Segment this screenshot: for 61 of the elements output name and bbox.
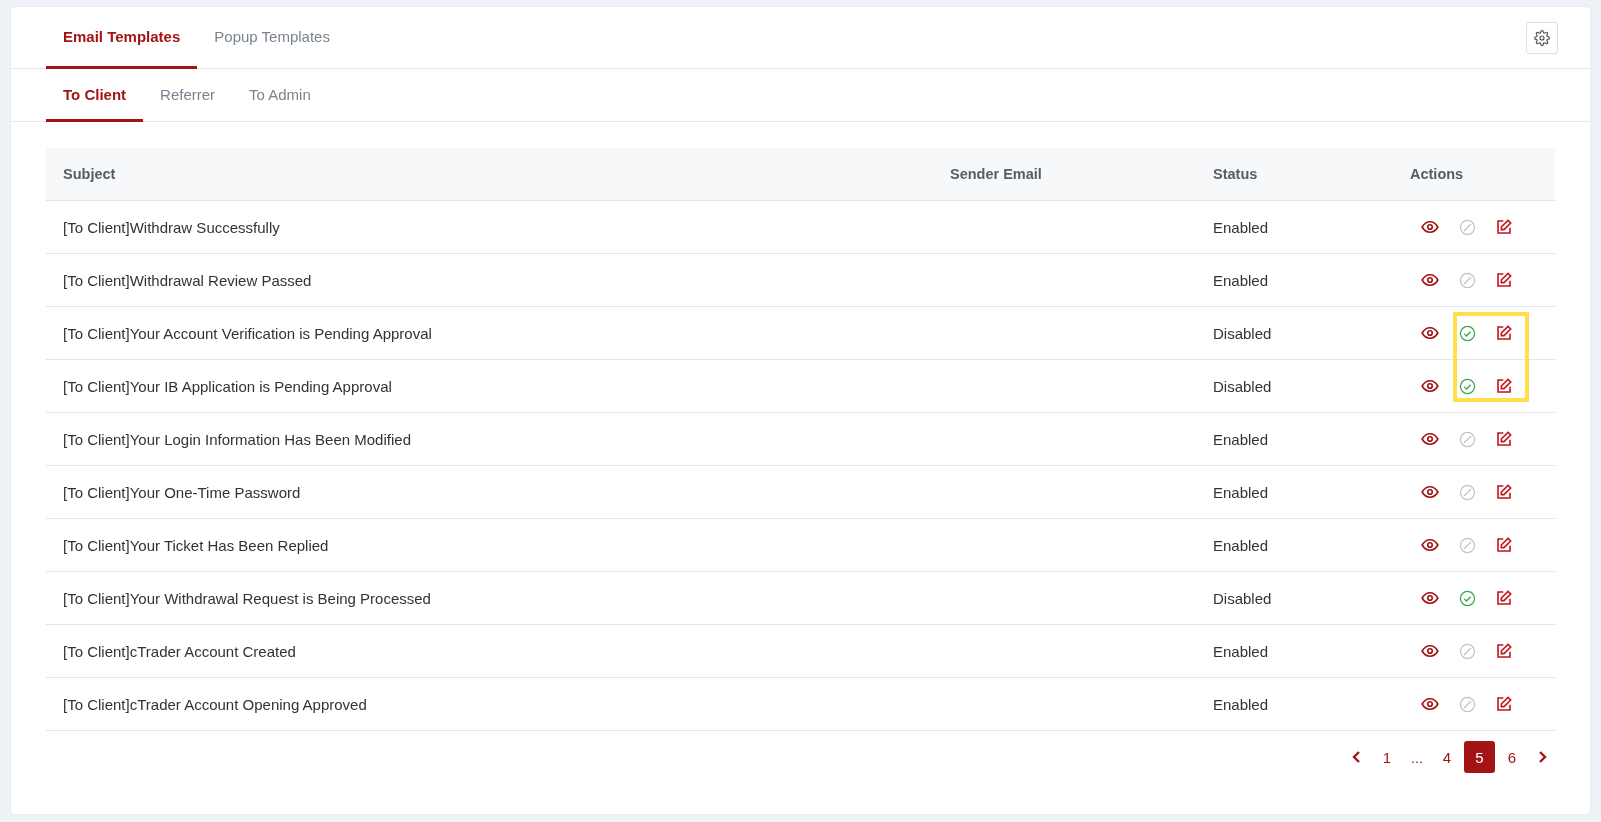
page-button[interactable]: 6 xyxy=(1499,741,1525,773)
table-cell-text: Enabled xyxy=(1212,271,1270,289)
tab[interactable]: Email Templates xyxy=(46,7,198,69)
table-cell-text: [To Client]Your Withdrawal Request is Being Processed xyxy=(62,589,432,607)
edit-icon[interactable] xyxy=(1496,537,1512,553)
check-circle-icon[interactable] xyxy=(1459,324,1476,342)
settings-button[interactable] xyxy=(1526,21,1558,54)
view-icon[interactable] xyxy=(1421,324,1439,342)
tab[interactable]: Popup Templates xyxy=(197,7,347,69)
page-button[interactable]: 4 xyxy=(1434,741,1460,773)
edit-icon[interactable] xyxy=(1496,325,1512,341)
table-cell-text: Enabled xyxy=(1212,218,1270,236)
check-circle-icon[interactable] xyxy=(1459,589,1476,607)
view-icon[interactable] xyxy=(1421,536,1439,554)
table-cell-text: Enabled xyxy=(1212,642,1270,660)
view-icon[interactable] xyxy=(1421,377,1439,395)
page-button[interactable]: 5 xyxy=(1464,741,1495,773)
chevron-right-icon xyxy=(1537,751,1547,763)
tab[interactable]: Referrer xyxy=(143,69,233,122)
column-header: Sender Email xyxy=(949,166,1043,182)
tab[interactable]: To Admin xyxy=(232,69,328,122)
edit-icon[interactable] xyxy=(1496,272,1512,288)
table-cell-text: Disabled xyxy=(1212,589,1273,607)
table-cell-text: Disabled xyxy=(1212,377,1273,395)
table-cell-text: Disabled xyxy=(1212,324,1273,342)
page-button[interactable]: 1 xyxy=(1374,741,1400,773)
table-cell-text: [To Client]Your One-Time Password xyxy=(62,483,302,501)
view-icon[interactable] xyxy=(1421,642,1439,660)
table-cell-text: [To Client]cTrader Account Opening Approved xyxy=(62,695,368,713)
column-header: Status xyxy=(1212,166,1259,182)
table-cell-text: [To Client]Your IB Application is Pending Approval xyxy=(62,377,393,395)
view-icon[interactable] xyxy=(1421,589,1439,607)
table-cell-text: [To Client]Your Account Verification is Pending Approval xyxy=(62,324,433,342)
table-cell-text: Enabled xyxy=(1212,430,1270,448)
edit-icon[interactable] xyxy=(1496,431,1512,447)
view-icon[interactable] xyxy=(1421,483,1439,501)
edit-icon[interactable] xyxy=(1496,484,1512,500)
table-cell-text: [To Client]Withdraw Successfully xyxy=(62,218,281,236)
view-icon[interactable] xyxy=(1421,271,1439,289)
view-icon[interactable] xyxy=(1421,430,1439,448)
edit-icon[interactable] xyxy=(1496,643,1512,659)
edit-icon[interactable] xyxy=(1496,696,1512,712)
page-button[interactable]: ... xyxy=(1404,741,1430,773)
tab[interactable]: To Client xyxy=(46,69,144,122)
table-cell-text: [To Client]Your Login Information Has Been Modified xyxy=(62,430,412,448)
edit-icon[interactable] xyxy=(1496,378,1512,394)
edit-icon[interactable] xyxy=(1496,219,1512,235)
chevron-left-icon xyxy=(1352,751,1362,763)
table-cell-text: Enabled xyxy=(1212,483,1270,501)
table-cell-text: [To Client]Your Ticket Has Been Replied xyxy=(62,536,330,554)
table-cell-text: Enabled xyxy=(1212,695,1270,713)
view-icon[interactable] xyxy=(1421,218,1439,236)
column-header: Actions xyxy=(1409,166,1465,182)
gear-icon xyxy=(1534,29,1550,46)
column-header: Subject xyxy=(62,166,117,182)
table-cell-text: [To Client]cTrader Account Created xyxy=(62,642,297,660)
view-icon[interactable] xyxy=(1421,695,1439,713)
table-cell-text: Enabled xyxy=(1212,536,1270,554)
table-cell-text: [To Client]Withdrawal Review Passed xyxy=(62,271,313,289)
edit-icon[interactable] xyxy=(1496,590,1512,606)
check-circle-icon[interactable] xyxy=(1459,377,1476,395)
